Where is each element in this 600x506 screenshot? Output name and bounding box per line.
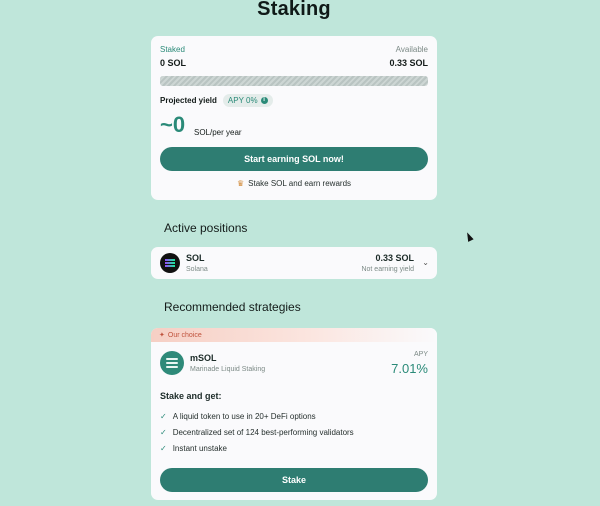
benefit-text: A liquid token to use in 20+ DeFi option…: [172, 412, 316, 421]
strategy-card-msol: ✦ Our choice mSOL Marinade Liquid Stakin…: [151, 328, 437, 500]
position-amount: 0.33 SOL: [375, 253, 414, 263]
solana-logo-icon: [160, 253, 180, 273]
benefits-title: Stake and get:: [160, 391, 222, 401]
staking-summary-card: Staked Available 0 SOL 0.33 SOL Projecte…: [151, 36, 437, 200]
benefit-item: ✓ A liquid token to use in 20+ DeFi opti…: [160, 412, 316, 421]
benefit-text: Decentralized set of 124 best-performing…: [172, 428, 354, 437]
check-icon: ✓: [160, 444, 167, 453]
benefit-text: Instant unstake: [172, 444, 227, 453]
info-icon[interactable]: i: [260, 97, 268, 104]
our-choice-text: Our choice: [167, 331, 202, 339]
staking-progress-bar: [160, 76, 428, 86]
check-icon: ✓: [160, 428, 167, 437]
projected-amount: ~0: [160, 112, 186, 137]
mouse-cursor-icon: [464, 231, 474, 242]
start-earning-button[interactable]: Start earning SOL now!: [160, 147, 428, 171]
position-status: Not earning yield: [361, 266, 414, 273]
chevron-down-icon[interactable]: ⌄: [422, 258, 429, 267]
available-label: Available: [395, 45, 428, 54]
benefit-item: ✓ Instant unstake: [160, 444, 227, 453]
position-row-sol[interactable]: SOL Solana 0.33 SOL Not earning yield ⌄: [151, 247, 437, 279]
recommended-strategies-title: Recommended strategies: [164, 300, 301, 314]
strategy-subtitle: Marinade Liquid Staking: [190, 366, 266, 373]
stake-button[interactable]: Stake: [160, 468, 428, 492]
apy-badge[interactable]: APY 0% i: [222, 94, 273, 107]
strategy-name: mSOL: [190, 353, 217, 363]
strategy-apy-label: APY: [413, 351, 428, 358]
footnote-text: Stake SOL and earn rewards: [248, 179, 352, 188]
our-choice-banner: ✦ Our choice: [151, 328, 437, 342]
benefit-item: ✓ Decentralized set of 124 best-performi…: [160, 428, 354, 437]
apy-badge-text: APY 0%: [227, 96, 258, 105]
projected-yield-label: Projected yield: [160, 96, 217, 105]
staked-value: 0 SOL: [160, 58, 187, 68]
page-title: Staking: [257, 0, 331, 20]
projected-unit: SOL/per year: [194, 128, 242, 137]
stake-footnote: ♛ Stake SOL and earn rewards: [151, 179, 437, 188]
strategy-apy-value: 7.01%: [391, 361, 428, 376]
trophy-icon: ♛: [236, 179, 245, 188]
msol-logo-icon: [160, 351, 184, 375]
position-subtitle: Solana: [186, 266, 208, 273]
position-name: SOL: [186, 253, 205, 263]
sparkle-icon: ✦: [159, 332, 165, 339]
check-icon: ✓: [160, 412, 167, 421]
available-value: 0.33 SOL: [389, 58, 428, 68]
active-positions-title: Active positions: [164, 221, 248, 235]
staked-label: Staked: [160, 45, 185, 54]
